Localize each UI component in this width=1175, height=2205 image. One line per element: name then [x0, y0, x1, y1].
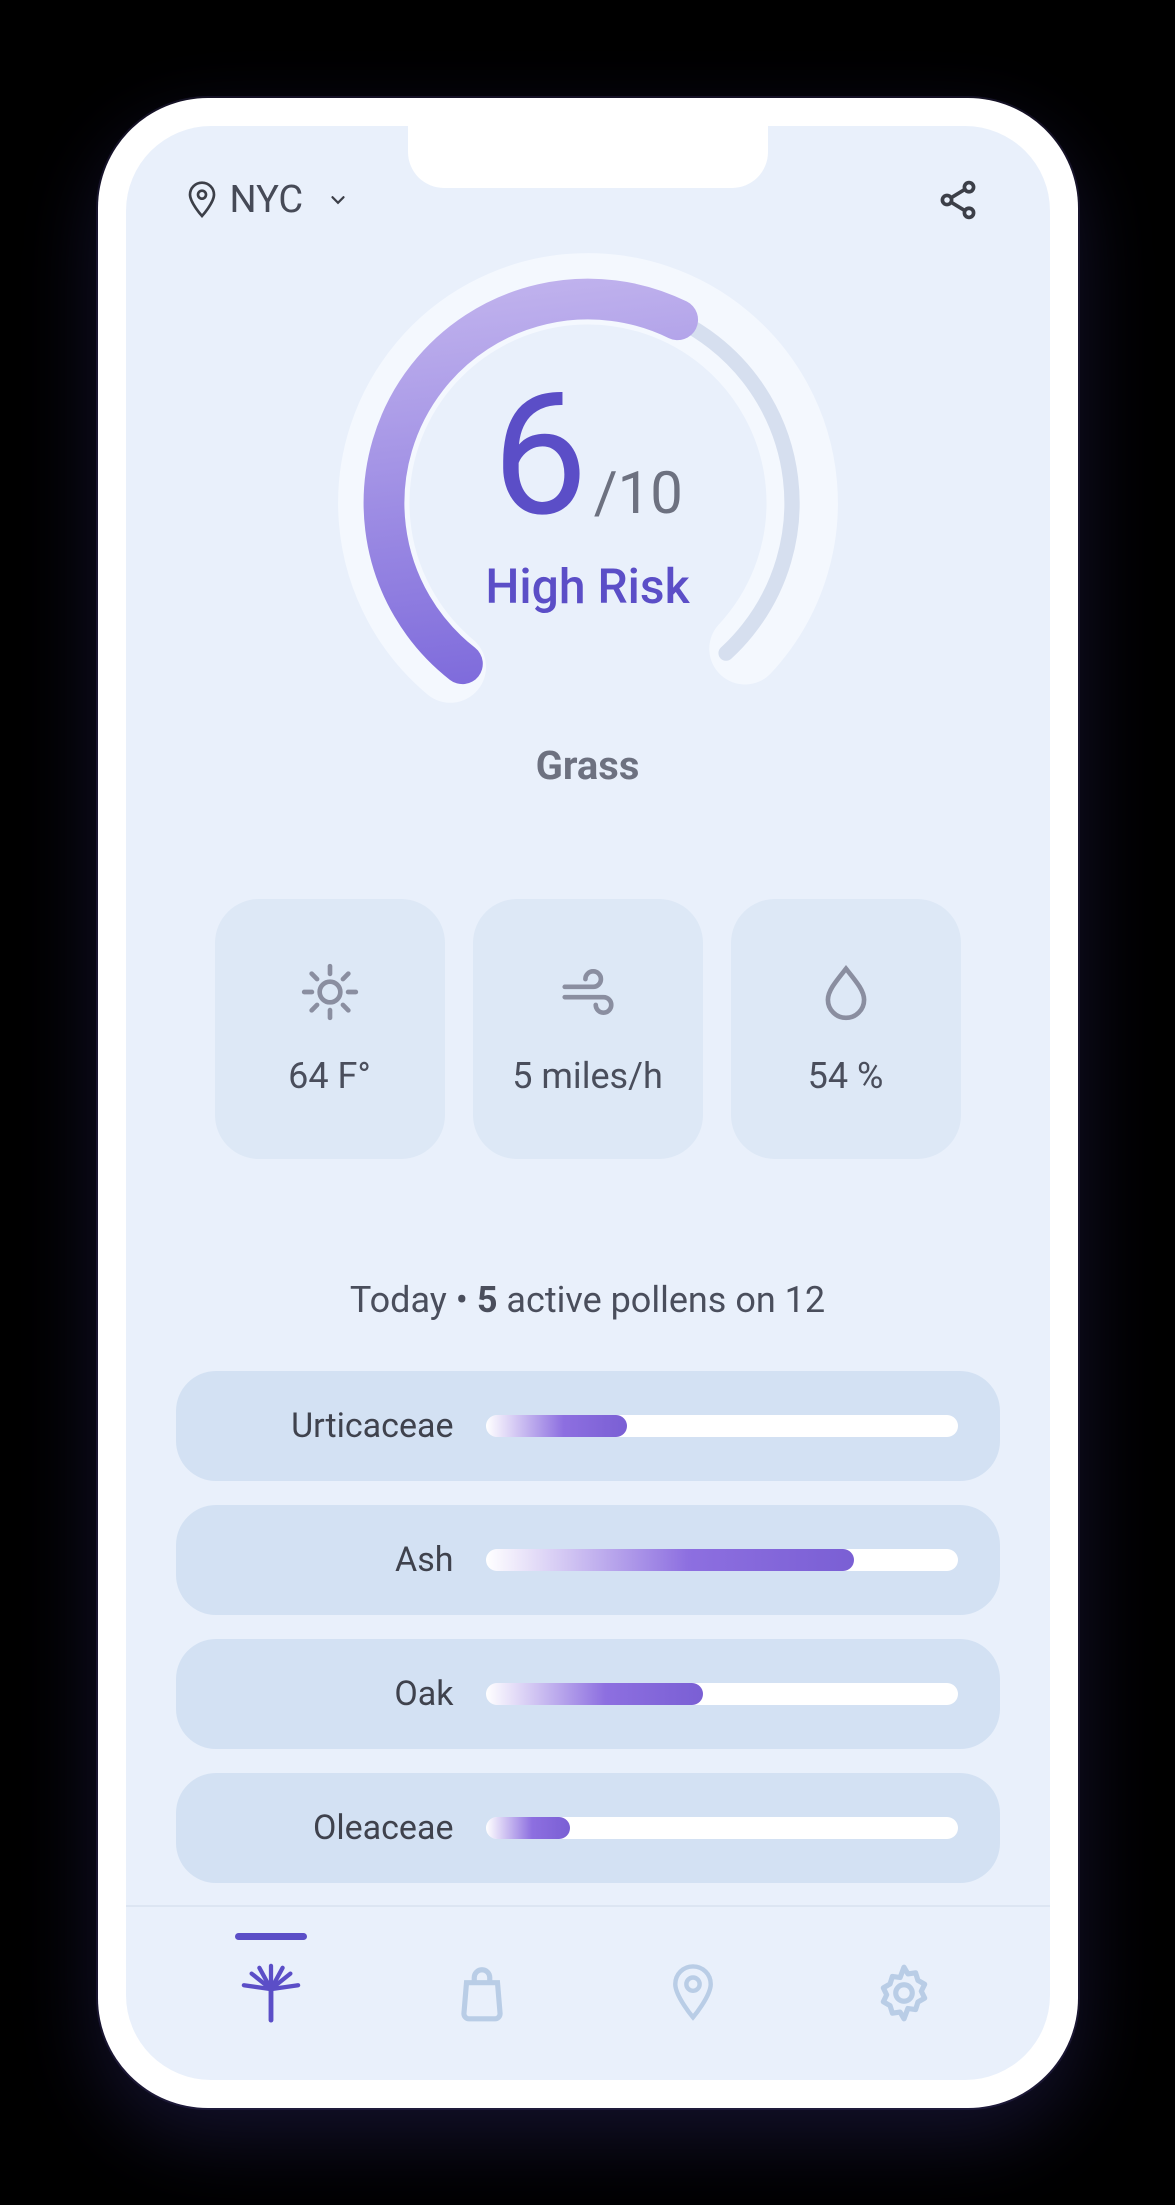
- pollen-fill: [486, 1817, 571, 1839]
- tab-indicator: [235, 1933, 307, 1940]
- pollen-list: Urticaceae Ash Oak Oleaceae: [176, 1371, 1000, 1883]
- bag-icon: [451, 1962, 513, 2024]
- tab-bar: [126, 1905, 1050, 2080]
- pollen-name: Urticaceae: [176, 1406, 486, 1446]
- gear-icon: [873, 1962, 935, 2024]
- pollen-row[interactable]: Urticaceae: [176, 1371, 1000, 1481]
- risk-gauge: 6 /10 High Risk Grass: [126, 248, 1050, 789]
- pollen-fill: [486, 1683, 703, 1705]
- pollen-bar: [486, 1817, 958, 1839]
- tab-shop[interactable]: [422, 1933, 542, 2024]
- location-selector[interactable]: NYC: [186, 178, 350, 222]
- summary-prefix: Today •: [350, 1279, 477, 1321]
- pollen-row[interactable]: Oleaceae: [176, 1773, 1000, 1883]
- wind-value: 5 miles/h: [512, 1055, 663, 1097]
- location-label: NYC: [230, 178, 304, 222]
- wind-icon: [557, 961, 619, 1023]
- pollen-name: Oleaceae: [176, 1808, 486, 1848]
- pollen-bar: [486, 1415, 958, 1437]
- summary-count: 5: [477, 1279, 498, 1321]
- tab-location[interactable]: [633, 1933, 753, 2024]
- sun-icon: [299, 961, 361, 1023]
- location-pin-icon: [186, 181, 218, 219]
- pollen-bar: [486, 1683, 958, 1705]
- weather-humidity-card[interactable]: 54 %: [731, 899, 961, 1159]
- phone-frame: NYC: [98, 98, 1078, 2108]
- weather-wind-card[interactable]: 5 miles/h: [473, 899, 703, 1159]
- pollen-name: Oak: [176, 1674, 486, 1714]
- dandelion-icon: [240, 1962, 302, 2024]
- app-screen: NYC: [126, 126, 1050, 2080]
- pollen-fill: [486, 1549, 854, 1571]
- weather-temp-card[interactable]: 64 F°: [215, 899, 445, 1159]
- share-button[interactable]: [936, 178, 980, 222]
- gauge-arc: [333, 248, 843, 758]
- tab-settings[interactable]: [844, 1933, 964, 2024]
- pollen-row[interactable]: Oak: [176, 1639, 1000, 1749]
- humidity-value: 54 %: [808, 1055, 884, 1097]
- gauge-category: Grass: [536, 742, 640, 789]
- device-notch: [408, 126, 768, 188]
- weather-row: 64 F° 5 miles/h 54 %: [126, 899, 1050, 1159]
- pollen-name: Ash: [176, 1540, 486, 1580]
- pollen-row[interactable]: Ash: [176, 1505, 1000, 1615]
- tab-pollen[interactable]: [211, 1933, 331, 2024]
- map-pin-icon: [662, 1962, 724, 2024]
- summary-suffix: active pollens on 12: [497, 1279, 825, 1321]
- pollen-summary: Today • 5 active pollens on 12: [126, 1279, 1050, 1321]
- droplet-icon: [815, 961, 877, 1023]
- chevron-down-icon: [327, 189, 349, 211]
- pollen-bar: [486, 1549, 958, 1571]
- pollen-fill: [486, 1415, 628, 1437]
- temp-value: 64 F°: [288, 1055, 371, 1097]
